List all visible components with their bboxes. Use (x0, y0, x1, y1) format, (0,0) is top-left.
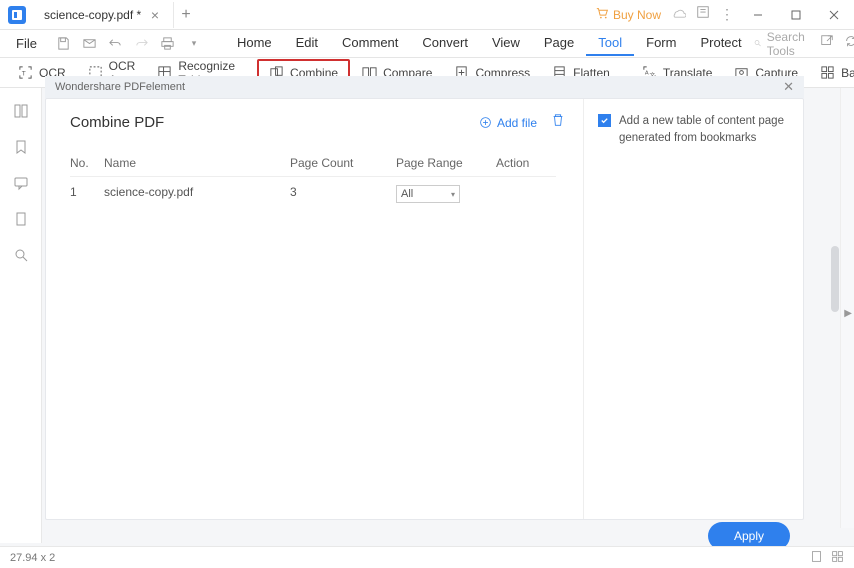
trash-icon[interactable] (551, 113, 565, 132)
tab-form[interactable]: Form (634, 31, 688, 56)
fit-page-icon[interactable] (810, 550, 823, 566)
dialog-header-title: Wondershare PDFelement (55, 81, 185, 93)
menubar-right: Search Tools (754, 30, 854, 58)
redo-icon[interactable] (133, 35, 151, 53)
notification-icon[interactable] (696, 5, 710, 24)
refresh-icon[interactable] (844, 34, 854, 53)
close-tab-icon[interactable]: × (147, 7, 163, 23)
share-icon[interactable] (820, 34, 834, 53)
col-name: Name (104, 150, 290, 177)
tab-convert[interactable]: Convert (410, 31, 480, 56)
titlebar: science-copy.pdf * × + Buy Now ⋮ (0, 0, 854, 30)
maximize-button[interactable] (782, 1, 810, 29)
row-action (496, 177, 556, 211)
comment-icon[interactable] (12, 174, 30, 192)
statusbar-right (810, 550, 844, 566)
toc-option[interactable]: Add a new table of content page generate… (598, 113, 789, 148)
batch-button[interactable]: Ba› (810, 61, 854, 84)
tab-title: science-copy.pdf * (44, 8, 141, 22)
ocr-icon: T (18, 65, 33, 80)
dialog-title: Combine PDF (70, 114, 164, 131)
cart-icon (596, 7, 609, 23)
search-placeholder: Search Tools (767, 30, 810, 58)
tab-protect[interactable]: Protect (688, 31, 753, 56)
page-range-select[interactable]: All ▾ (396, 185, 460, 203)
print-icon[interactable] (159, 35, 177, 53)
toc-checkbox[interactable] (598, 114, 611, 127)
dialog-sidebar: Add a new table of content page generate… (583, 99, 803, 519)
row-pagerange: All ▾ (396, 177, 496, 211)
col-no: No. (70, 150, 104, 177)
menubar: File ▾ Home Edit Comment Convert View Pa… (0, 30, 854, 58)
thumbnails-icon[interactable] (12, 102, 30, 120)
tab-comment[interactable]: Comment (330, 31, 410, 56)
attachment-icon[interactable] (12, 210, 30, 228)
dialog-main: Combine PDF Add file No. Name Page Count… (46, 99, 583, 519)
minimize-button[interactable] (744, 1, 772, 29)
combine-dialog: Combine PDF Add file No. Name Page Count… (45, 98, 804, 520)
col-action: Action (496, 150, 556, 177)
expand-right-icon[interactable]: ▶ (844, 308, 852, 319)
mail-icon[interactable] (81, 35, 99, 53)
titlebar-right: Buy Now ⋮ (596, 1, 854, 29)
quick-access-toolbar: ▾ (47, 35, 211, 53)
layout-icon[interactable] (831, 550, 844, 566)
app-icon (8, 6, 26, 24)
page-dimensions: 27.94 x 2 (10, 552, 55, 564)
document-tab[interactable]: science-copy.pdf * × (34, 2, 174, 28)
undo-icon[interactable] (107, 35, 125, 53)
plus-circle-icon (479, 116, 492, 129)
tab-edit[interactable]: Edit (284, 31, 330, 56)
add-file-button[interactable]: Add file (479, 116, 537, 130)
search-panel-icon[interactable] (12, 246, 30, 264)
menu-tabs: Home Edit Comment Convert View Page Tool… (225, 31, 754, 56)
cloud-icon[interactable] (671, 5, 686, 25)
file-menu[interactable]: File (6, 36, 47, 51)
tab-page[interactable]: Page (532, 31, 586, 56)
row-no: 1 (70, 177, 104, 211)
row-name: science-copy.pdf (104, 177, 290, 211)
search-tools[interactable]: Search Tools (754, 30, 810, 58)
row-pagecount: 3 (290, 177, 396, 211)
kebab-icon[interactable]: ⋮ (720, 6, 734, 23)
tab-view[interactable]: View (480, 31, 532, 56)
col-pagecount: Page Count (290, 150, 396, 177)
dialog-title-row: Combine PDF Add file (70, 113, 565, 132)
buy-now-label: Buy Now (613, 8, 661, 22)
toc-label: Add a new table of content page generate… (619, 113, 789, 148)
search-icon (754, 37, 762, 50)
check-icon (600, 116, 609, 125)
left-sidebar (0, 88, 42, 543)
print-dropdown-icon[interactable]: ▾ (185, 35, 203, 53)
tab-tool[interactable]: Tool (586, 31, 634, 56)
statusbar: 27.94 x 2 (0, 546, 854, 568)
batch-icon (820, 65, 835, 80)
bookmark-icon[interactable] (12, 138, 30, 156)
file-table: No. Name Page Count Page Range Action 1 … (70, 150, 565, 211)
col-pagerange: Page Range (396, 150, 496, 177)
svg-text:T: T (22, 70, 26, 77)
close-window-button[interactable] (820, 1, 848, 29)
tab-home[interactable]: Home (225, 31, 284, 56)
chevron-down-icon: ▾ (451, 190, 455, 199)
dialog-header: Wondershare PDFelement ✕ (45, 76, 804, 98)
buy-now-button[interactable]: Buy Now (596, 7, 661, 23)
add-tab-button[interactable]: + (174, 6, 198, 24)
scrollbar-thumb[interactable] (831, 246, 839, 312)
save-icon[interactable] (55, 35, 73, 53)
add-file-label: Add file (497, 116, 537, 130)
dialog-close-icon[interactable]: ✕ (783, 79, 794, 95)
